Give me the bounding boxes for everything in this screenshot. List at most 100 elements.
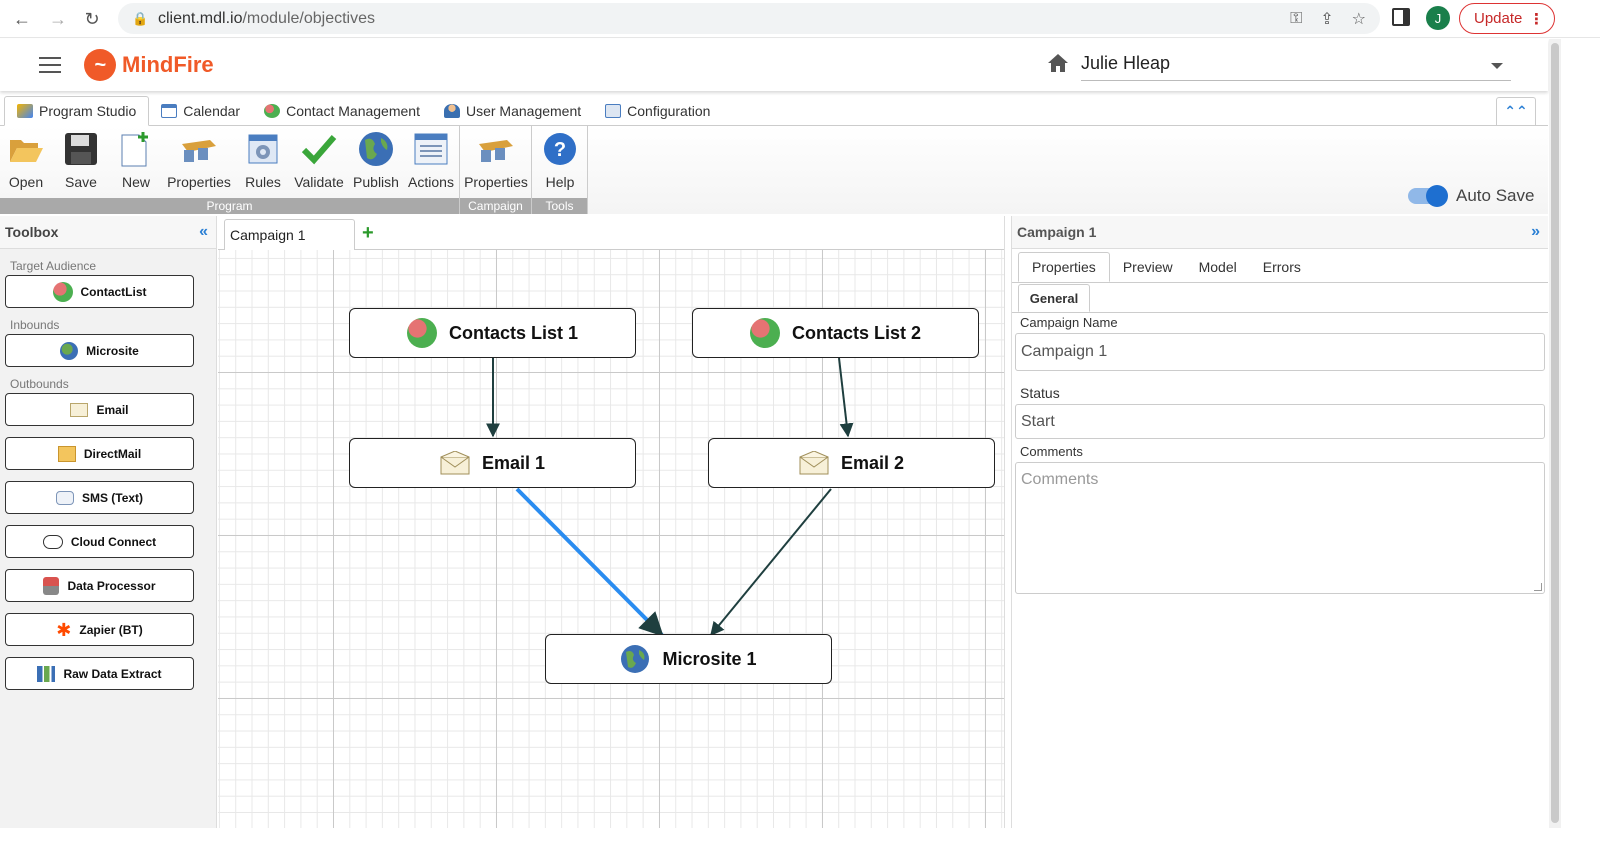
home-icon[interactable]: [1047, 53, 1069, 73]
toolbox-item-email[interactable]: Email: [5, 393, 194, 426]
toolbox-item-label: ContactList: [80, 284, 147, 299]
save-icon: [62, 130, 100, 168]
properties-button[interactable]: Properties: [165, 130, 233, 194]
tab-configuration[interactable]: Configuration: [593, 96, 722, 125]
profile-avatar[interactable]: J: [1426, 6, 1450, 30]
tab-properties[interactable]: Properties: [1018, 252, 1110, 282]
scrollbar-thumb[interactable]: [1551, 43, 1559, 823]
node-contacts-list-1[interactable]: Contacts List 1: [349, 308, 636, 358]
toolbox-item-data-processor[interactable]: Data Processor: [5, 569, 194, 602]
tab-campaign-1[interactable]: Campaign 1: [224, 219, 355, 251]
envelope-icon: [440, 451, 470, 475]
tab-program-studio[interactable]: Program Studio: [4, 96, 150, 126]
tab-errors[interactable]: Errors: [1250, 252, 1314, 282]
campaign-properties-label: Properties: [464, 174, 528, 190]
toolbox-item-label: Zapier (BT): [79, 622, 143, 637]
toolbox-item-label: SMS (Text): [81, 490, 144, 505]
canvas-tabs: Campaign 1 +: [218, 216, 1004, 251]
rules-button[interactable]: Rules: [235, 130, 291, 194]
section-target-audience: Target Audience: [10, 259, 97, 273]
page-scrollbar[interactable]: [1549, 39, 1561, 828]
tab-general[interactable]: General: [1018, 284, 1090, 312]
tab-user-management[interactable]: User Management: [432, 96, 593, 125]
user-select[interactable]: Julie Hleap: [1081, 49, 1511, 81]
star-icon[interactable]: ☆: [1352, 9, 1366, 29]
back-icon[interactable]: ←: [4, 1, 40, 37]
save-button[interactable]: Save: [53, 130, 109, 194]
resize-handle-icon[interactable]: [1534, 583, 1542, 591]
validate-label: Validate: [294, 174, 344, 190]
address-bar[interactable]: 🔒 client.mdl.io/module/objectives ⚿ ⇪ ☆: [118, 3, 1380, 34]
ribbon: Open Save New Properties Rules Validate …: [0, 126, 1548, 214]
tab-label: Contact Management: [286, 102, 420, 119]
campaign-properties-button[interactable]: Properties: [462, 130, 530, 194]
menu-icon[interactable]: [39, 57, 61, 73]
toolbox-item-raw-data-extract[interactable]: Raw Data Extract: [5, 657, 194, 690]
share-icon[interactable]: ⇪: [1320, 9, 1333, 29]
add-tab-icon[interactable]: +: [362, 223, 374, 243]
toolbox-item-cloud-connect[interactable]: Cloud Connect: [5, 525, 194, 558]
toolbox-item-label: Cloud Connect: [70, 534, 157, 549]
actions-button[interactable]: Actions: [403, 130, 459, 194]
rules-icon: [244, 130, 282, 168]
toolbox-item-label: Data Processor: [67, 578, 156, 593]
design-grid[interactable]: Contacts List 1 Contacts List 2 Email 1 …: [218, 250, 1004, 828]
publish-button[interactable]: Publish: [348, 130, 404, 194]
update-label: Update: [1474, 10, 1523, 27]
comments-textarea[interactable]: Comments: [1015, 462, 1545, 594]
actions-icon: [412, 130, 450, 168]
toolbox-item-zapier[interactable]: ✱ Zapier (BT): [5, 613, 194, 646]
campaign-name-input[interactable]: Campaign 1: [1015, 333, 1545, 371]
tab-label: User Management: [465, 102, 582, 119]
edge-email1-microsite1[interactable]: [515, 487, 664, 637]
update-button[interactable]: Update ⋮: [1459, 3, 1555, 34]
side-panel-icon[interactable]: [1392, 8, 1410, 26]
browser-toolbar: ← → ↻ 🔒 client.mdl.io/module/objectives …: [0, 0, 1600, 38]
collapse-ribbon-button[interactable]: ⌃⌃: [1496, 97, 1536, 125]
collapse-right-icon[interactable]: »: [1531, 223, 1540, 241]
node-email-2[interactable]: Email 2: [708, 438, 995, 488]
toolbox-item-sms[interactable]: SMS (Text): [5, 481, 194, 514]
url-path: /module/objectives: [242, 9, 375, 27]
open-button[interactable]: Open: [0, 130, 54, 194]
edge-email2-microsite1[interactable]: [710, 488, 832, 637]
chevron-down-icon: [1491, 63, 1503, 69]
comments-label: Comments: [1020, 444, 1083, 459]
properties-icon: [180, 130, 218, 168]
more-menu-icon: ⋮: [1529, 10, 1544, 28]
tab-contact-management[interactable]: Contact Management: [252, 96, 432, 125]
tab-calendar[interactable]: Calendar: [149, 96, 252, 125]
tab-preview[interactable]: Preview: [1110, 252, 1186, 282]
lock-icon: 🔒: [132, 10, 149, 26]
toolbox-item-directmail[interactable]: DirectMail: [5, 437, 194, 470]
key-icon[interactable]: ⚿: [1290, 10, 1302, 28]
reload-icon[interactable]: ↻: [74, 1, 110, 37]
status-field[interactable]: Start: [1015, 404, 1545, 439]
properties-icon: [477, 130, 515, 168]
cloud-icon: [42, 534, 63, 549]
new-label: New: [121, 174, 150, 190]
tab-model[interactable]: Model: [1186, 252, 1250, 282]
help-button[interactable]: ? Help: [532, 130, 588, 194]
open-label: Open: [8, 174, 44, 190]
toolbox-item-contactlist[interactable]: ContactList: [5, 275, 194, 308]
folder-open-icon: [7, 130, 45, 168]
new-button[interactable]: New: [108, 130, 164, 194]
logo-icon: ~: [84, 49, 116, 81]
node-contacts-list-2[interactable]: Contacts List 2: [692, 308, 979, 358]
help-icon: ?: [541, 130, 579, 168]
autosave-toggle[interactable]: [1408, 185, 1448, 207]
edge-contacts2-email2[interactable]: [838, 357, 854, 438]
forward-icon[interactable]: →: [40, 1, 76, 37]
ribbon-group-label: Program: [0, 198, 459, 214]
node-microsite-1[interactable]: Microsite 1: [545, 634, 832, 684]
save-label: Save: [65, 174, 97, 190]
envelope-icon: [799, 451, 829, 475]
collapse-left-icon[interactable]: «: [199, 223, 208, 241]
validate-button[interactable]: Validate: [291, 130, 347, 194]
brand-name: MindFire: [122, 52, 214, 77]
node-email-1[interactable]: Email 1: [349, 438, 636, 488]
toolbox-item-microsite[interactable]: Microsite: [5, 334, 194, 367]
section-outbounds: Outbounds: [10, 377, 69, 391]
ribbon-group-label: Tools: [532, 198, 587, 214]
